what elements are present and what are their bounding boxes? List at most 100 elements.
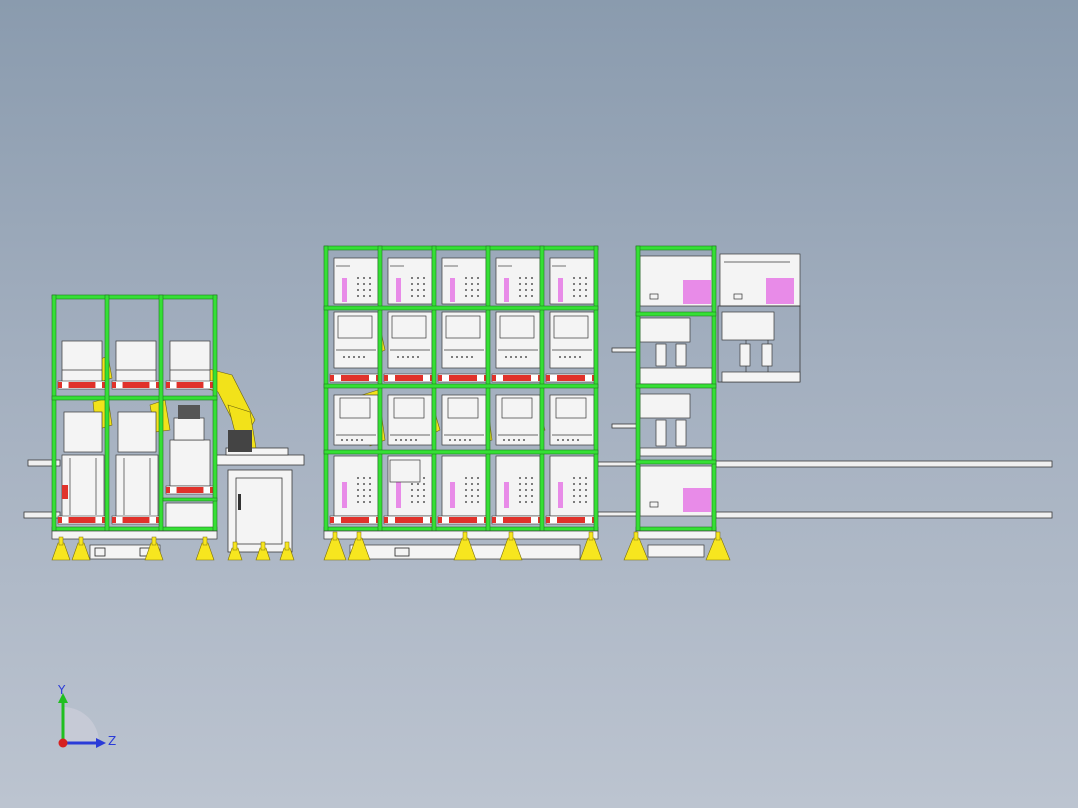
vent-dot bbox=[417, 489, 419, 491]
vent-dot bbox=[411, 289, 413, 291]
vent-dot bbox=[531, 501, 533, 503]
foot-post bbox=[633, 531, 639, 541]
control-panel-bottom bbox=[333, 455, 379, 517]
machine-lower-body bbox=[115, 454, 159, 518]
vent-dot bbox=[531, 289, 533, 291]
vent-dot bbox=[520, 356, 522, 358]
tray-red-end bbox=[330, 517, 334, 523]
tower-column bbox=[675, 419, 687, 447]
tray-red bbox=[341, 517, 369, 523]
tower-fixture-2 bbox=[639, 393, 691, 419]
station-cover bbox=[555, 397, 587, 419]
tray-red-end bbox=[166, 487, 170, 493]
frame-beam bbox=[51, 526, 218, 532]
magenta-strip bbox=[342, 482, 347, 508]
cad-viewport[interactable] bbox=[0, 0, 1078, 808]
vent-dot bbox=[357, 489, 359, 491]
vent-dot bbox=[471, 283, 473, 285]
vent-dot bbox=[477, 283, 479, 285]
vent-dot bbox=[525, 477, 527, 479]
vent-dot bbox=[363, 356, 365, 358]
vent-dot bbox=[525, 277, 527, 279]
vent-dot bbox=[343, 356, 345, 358]
vent-dot bbox=[417, 495, 419, 497]
tray-red bbox=[122, 382, 150, 388]
vent-dot bbox=[369, 483, 371, 485]
frame-beam bbox=[635, 526, 717, 532]
vent-dot bbox=[525, 501, 527, 503]
vent-dot bbox=[369, 289, 371, 291]
vent-dot bbox=[573, 289, 575, 291]
foot-post bbox=[332, 531, 338, 541]
tower-plate bbox=[639, 447, 713, 457]
modules-center bbox=[329, 257, 597, 525]
side-base bbox=[721, 371, 801, 383]
gripper-block bbox=[178, 405, 200, 419]
tray-red-end bbox=[112, 517, 116, 523]
tray-red bbox=[395, 375, 423, 381]
robot-base-left bbox=[228, 430, 252, 452]
vent-dot bbox=[410, 439, 412, 441]
magenta-strip bbox=[504, 278, 509, 302]
frame-post bbox=[431, 245, 437, 532]
tower-fixture bbox=[639, 317, 691, 343]
vent-dot bbox=[459, 439, 461, 441]
vent-dot bbox=[525, 356, 527, 358]
side-fixture-top bbox=[721, 311, 775, 341]
vent-dot bbox=[423, 477, 425, 479]
vent-dot bbox=[585, 283, 587, 285]
monitor-screen bbox=[337, 315, 373, 339]
magenta-panel bbox=[766, 278, 794, 304]
base-plate bbox=[635, 530, 717, 540]
cell-center bbox=[323, 245, 603, 561]
vent-dot bbox=[477, 489, 479, 491]
tray-red-end bbox=[546, 375, 550, 381]
vent-dot bbox=[423, 489, 425, 491]
tray-red-end bbox=[58, 382, 62, 388]
frame-beam bbox=[323, 305, 599, 311]
station-cover bbox=[339, 397, 371, 419]
vent-dot bbox=[572, 439, 574, 441]
lower-cabinet bbox=[165, 502, 215, 530]
frame-beam bbox=[323, 449, 599, 455]
magenta-panel bbox=[683, 280, 711, 304]
vent-dot bbox=[369, 295, 371, 297]
frame-beam bbox=[323, 383, 599, 389]
tray-red-end bbox=[492, 517, 496, 523]
vent-dot bbox=[564, 356, 566, 358]
vent-dot bbox=[519, 277, 521, 279]
vent-dot bbox=[573, 283, 575, 285]
vent-dot bbox=[518, 439, 520, 441]
frame-beam bbox=[51, 294, 218, 300]
vent-dot bbox=[519, 289, 521, 291]
vent-dot bbox=[363, 489, 365, 491]
tray-red-end bbox=[166, 382, 170, 388]
vent-dot bbox=[471, 277, 473, 279]
vent-dot bbox=[363, 289, 365, 291]
control-panel-top bbox=[387, 257, 433, 305]
tray-red-end bbox=[112, 382, 116, 388]
machine-group-upper bbox=[57, 340, 215, 390]
side-column bbox=[761, 343, 773, 367]
vent-dot bbox=[579, 489, 581, 491]
foot-post bbox=[588, 531, 594, 541]
frame-post bbox=[711, 245, 717, 532]
vent-dot bbox=[579, 501, 581, 503]
support-foot bbox=[323, 537, 347, 561]
foot-post bbox=[151, 536, 157, 546]
vent-dot bbox=[397, 356, 399, 358]
support-foot bbox=[71, 542, 91, 561]
vent-dot bbox=[464, 439, 466, 441]
monitor-screen bbox=[445, 315, 481, 339]
base-plate bbox=[323, 530, 599, 540]
vent-dot bbox=[417, 289, 419, 291]
vent-dot bbox=[451, 356, 453, 358]
vent-dot bbox=[351, 439, 353, 441]
vent-dot bbox=[465, 495, 467, 497]
cabinet-handle bbox=[238, 494, 241, 510]
vent-dot bbox=[585, 495, 587, 497]
support-foot bbox=[623, 537, 649, 561]
tray-red-end bbox=[546, 517, 550, 523]
control-panel-top bbox=[495, 257, 541, 305]
rail-upper-right bbox=[715, 460, 1053, 468]
